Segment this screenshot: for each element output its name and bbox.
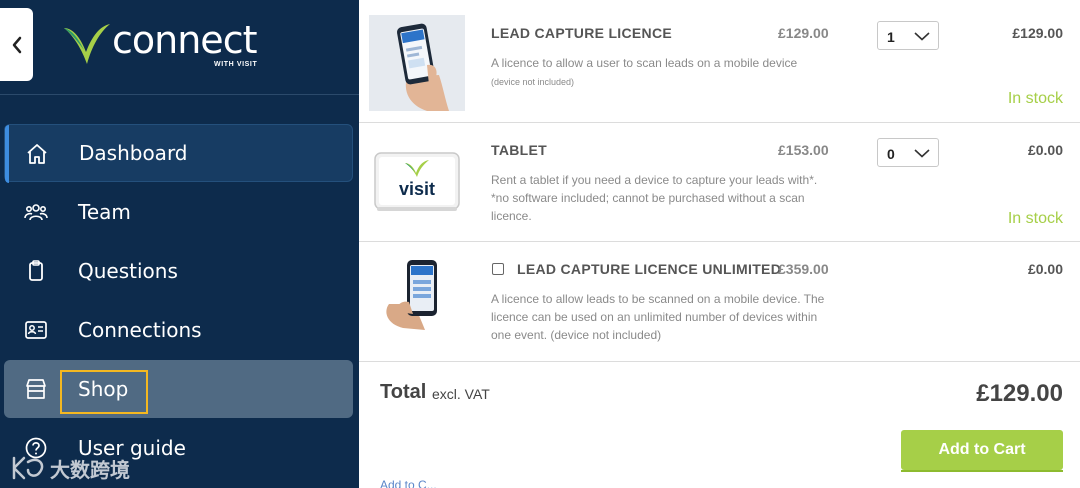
sidebar-item-dashboard[interactable]: Dashboard	[4, 124, 353, 183]
check-mark-logo-icon	[64, 24, 110, 64]
collapse-sidebar-button[interactable]	[0, 8, 33, 81]
watermark: 大数跨境	[10, 454, 130, 482]
stock-status: In stock	[1007, 210, 1063, 227]
sidebar-item-label: Team	[78, 200, 131, 224]
chevron-left-icon	[12, 36, 21, 53]
sidebar-item-team[interactable]: Team	[4, 183, 353, 241]
product-description: Rent a tablet if you need a device to ca…	[491, 173, 818, 223]
total-label: Total	[380, 381, 427, 403]
product-name: LEAD CAPTURE LICENCE UNLIMITED	[517, 261, 782, 277]
product-name: TABLET	[491, 142, 547, 158]
sidebar-item-label: Dashboard	[79, 141, 188, 165]
sidebar-item-label: Questions	[78, 259, 178, 283]
contact-card-icon	[25, 321, 47, 339]
product-row: LEAD CAPTURE LICENCE UNLIMITED £359.00 A…	[359, 242, 1080, 362]
brand-name: connect	[112, 18, 257, 62]
product-price: £129.00	[778, 25, 829, 41]
stock-status: In stock	[1007, 90, 1063, 107]
shop-highlight-box	[60, 370, 148, 414]
sidebar-item-questions[interactable]: Questions	[4, 242, 353, 300]
visit-tablet-image: visit	[374, 152, 460, 211]
chevron-down-icon	[914, 32, 930, 41]
sidebar: connect WITH VISIT Dashboard Team Questi…	[0, 0, 359, 488]
unlimited-licence-checkbox[interactable]	[492, 263, 504, 275]
sidebar-item-shop[interactable]: Shop	[4, 360, 353, 418]
line-total: £129.00	[1012, 25, 1063, 41]
brand-logo[interactable]: connect WITH VISIT	[62, 18, 272, 74]
product-note: (device not included)	[491, 77, 575, 87]
quantity-select[interactable]: 0	[877, 138, 939, 167]
product-description: A licence to allow leads to be scanned o…	[491, 292, 825, 342]
total-amount: £129.00	[976, 380, 1063, 407]
product-price: £359.00	[778, 261, 829, 277]
product-row: visit TABLET £153.00 Rent a tablet if yo…	[359, 123, 1080, 242]
product-name: LEAD CAPTURE LICENCE	[491, 25, 673, 41]
clipboard-icon	[29, 260, 43, 281]
quantity-value: 1	[887, 29, 895, 45]
phone-in-hand-image	[369, 254, 465, 350]
total-vat-note: excl. VAT	[432, 386, 490, 402]
line-total: £0.00	[1027, 142, 1063, 158]
sidebar-item-connections[interactable]: Connections	[4, 301, 353, 359]
sidebar-divider	[0, 94, 359, 95]
home-icon	[27, 144, 47, 164]
shop-main: LEAD CAPTURE LICENCE £129.00 A licence t…	[359, 0, 1080, 488]
brand-tagline: WITH VISIT	[214, 61, 258, 68]
tablet-brand-text: visit	[399, 179, 435, 199]
sidebar-item-label: Connections	[78, 318, 202, 342]
product-row: LEAD CAPTURE LICENCE £129.00 A licence t…	[359, 0, 1080, 123]
team-icon	[24, 204, 48, 221]
quantity-select[interactable]: 1	[877, 21, 939, 50]
quantity-value: 0	[887, 146, 895, 162]
store-icon	[26, 379, 46, 399]
watermark-text: 大数跨境	[50, 459, 130, 482]
phone-in-hand-image	[369, 15, 465, 111]
watermark-logo-icon	[12, 456, 44, 480]
add-to-cart-button[interactable]: Add to Cart	[901, 430, 1063, 472]
line-total: £0.00	[1027, 261, 1063, 277]
product-price: £153.00	[778, 142, 829, 158]
chevron-down-icon	[914, 149, 930, 158]
product-description: A licence to allow a user to scan leads …	[491, 56, 798, 70]
partial-link[interactable]: Add to C...	[380, 478, 437, 488]
